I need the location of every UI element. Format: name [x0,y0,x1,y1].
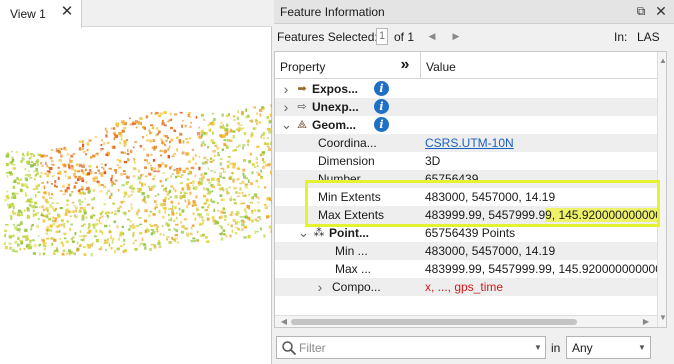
coordinate-system-link[interactable]: CSRS.UTM-10N [425,136,657,150]
double-chevron-right-icon[interactable]: » [395,56,415,74]
features-selected-label: Features Selected: [277,30,378,44]
filter-in-label: in [551,341,561,355]
expand-chevron-right-icon[interactable]: › [315,280,325,294]
expand-chevron-down-icon[interactable]: ⌄ [298,226,309,240]
tab-view-1[interactable]: View 1 ✕ [0,0,82,28]
point-cloud-icon: ⁂ [313,227,325,239]
table-row[interactable]: Number ... 65756439 [275,170,657,188]
property-name: Min Extents [318,190,381,204]
expand-chevron-down-icon[interactable]: ⌄ [281,118,292,132]
property-value: x, ..., gps_time [425,280,504,294]
vertical-scrollbar[interactable]: ▲ ▼ [657,52,666,327]
scroll-left-icon[interactable]: ◀ [279,317,289,327]
table-row[interactable]: Min Extents 483000, 5457000, 14.19 [275,188,657,206]
property-value: 483000, 5457000, 14.19 [425,190,556,204]
property-value: 3D [425,154,441,168]
point-cloud-view[interactable] [0,28,272,364]
property-name: Number ... [318,172,375,186]
feature-information-panel: Feature Information ⧉ ✕ Features Selecte… [274,0,674,364]
filter-bar: ▼ in Any ▼ [274,336,674,360]
scroll-down-icon[interactable]: ▼ [658,313,666,323]
property-name: Min ... [335,244,368,258]
property-table: Property » Value › ➡ Expos... i › ⇨ Unexp... i ⌄… [274,51,667,328]
close-icon[interactable]: ✕ [654,4,668,18]
property-value: 483999.99, 5457999.99, 145.9200000000000… [425,262,657,276]
tab-label: View 1 [10,7,46,21]
expand-chevron-right-icon[interactable]: › [281,82,291,96]
table-row[interactable]: › ⇨ Unexp... i [275,98,657,116]
property-value: 483000, 5457000, 14.19 [425,244,556,258]
info-icon[interactable]: i [374,99,389,114]
geometry-icon: ⟁ [297,119,307,131]
column-header-value[interactable]: Value [426,60,456,74]
scroll-up-icon[interactable]: ▲ [658,56,666,66]
property-name: Coordina... [318,136,377,150]
float-window-icon[interactable]: ⧉ [634,4,648,18]
selection-toolbar: Features Selected: 1 of 1 ◀ ▶ In: LAS [274,24,674,50]
feature-count-label: of 1 [394,30,415,44]
table-header: Property » Value [275,52,657,79]
table-row[interactable]: Max Extents 483999.99, 5457999.99, 145.92… [275,206,657,224]
close-icon[interactable]: ✕ [60,4,74,19]
panel-title-bar: Feature Information ⧉ ✕ [274,0,674,24]
table-row[interactable]: Min ... 483000, 5457000, 14.19 [275,242,657,260]
property-name: Max Extents [318,208,385,222]
expand-chevron-right-icon[interactable]: › [281,100,291,114]
property-name: Max ... [335,262,372,276]
table-row[interactable]: ⌄ ⟁ Geom... i [275,116,657,134]
chevron-down-icon[interactable]: ▼ [637,343,647,353]
info-icon[interactable]: i [374,81,389,96]
horizontal-scrollbar[interactable]: ◀ ▶ [275,315,657,327]
next-feature-icon[interactable]: ▶ [450,29,462,43]
property-value: 65756439 [425,172,479,186]
table-row[interactable]: › Compo... x, ..., gps_time [275,278,657,296]
previous-feature-icon[interactable]: ◀ [426,29,438,43]
scroll-right-icon[interactable]: ▶ [641,317,651,327]
filter-input[interactable] [299,339,529,356]
property-name: Point... [329,226,369,240]
panel-title: Feature Information [280,5,385,19]
view-panel: View 1 ✕ [0,0,272,364]
property-name: Geom... [312,118,357,132]
feature-index-input[interactable]: 1 [376,28,388,45]
filter-field[interactable]: ▼ [276,336,546,359]
property-name: Compo... [332,280,381,294]
column-divider[interactable] [420,52,421,79]
property-name: Unexp... [312,100,359,114]
info-icon[interactable]: i [374,117,389,132]
table-row[interactable]: Max ... 483999.99, 5457999.99, 145.920000… [275,260,657,278]
filter-scope-value: Any [572,341,593,355]
property-name: Expos... [312,82,359,96]
column-header-property[interactable]: Property [280,60,325,74]
search-icon [282,341,297,356]
property-name: Dimension [318,154,375,168]
property-value: 65756439 Points [425,226,516,240]
scroll-thumb[interactable] [291,319,577,325]
value-highlight [545,208,657,222]
exposed-attribute-icon: ➡ [297,83,307,95]
view-tab-bar: View 1 ✕ [0,0,272,28]
table-row[interactable]: Dimension 3D [275,152,657,170]
property-value: 483999.99, 5457999.99, 145.9200000000000… [425,208,657,222]
table-row[interactable]: › ➡ Expos... i [275,80,657,98]
table-row[interactable]: ⌄ ⁂ Point... 65756439 Points [275,224,657,242]
filter-scope-select[interactable]: Any ▼ [566,336,651,359]
chevron-down-icon[interactable]: ▼ [533,343,543,353]
source-value: LAS [637,30,660,44]
source-in-label: In: [614,30,628,44]
table-row[interactable]: Coordina... CSRS.UTM-10N [275,134,657,152]
unexposed-attribute-icon: ⇨ [297,101,307,113]
